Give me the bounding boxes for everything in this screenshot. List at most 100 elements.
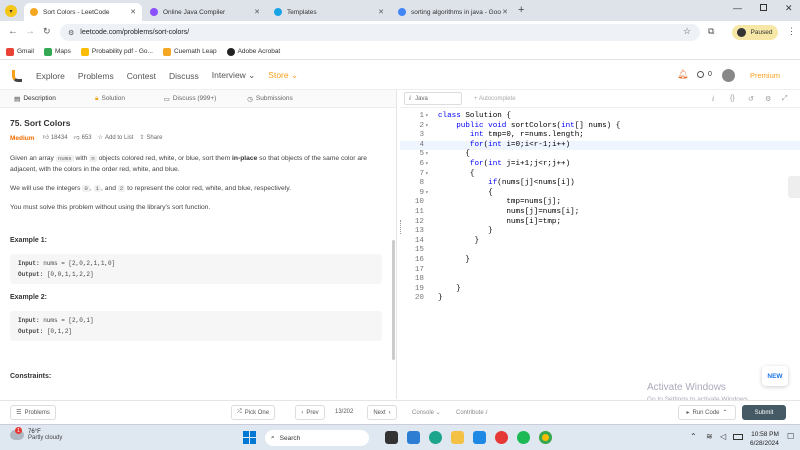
code-line[interactable]: 15: [400, 246, 800, 256]
code-line[interactable]: 2 ▾ public void sortColors(int[] nums) {: [400, 122, 800, 132]
next-button[interactable]: Next ›: [367, 405, 397, 420]
prev-button[interactable]: ‹ Prev: [295, 405, 325, 420]
code-line[interactable]: 18: [400, 275, 800, 285]
premium-link[interactable]: Premium: [750, 71, 780, 80]
fold-chevron-icon[interactable]: ▾: [425, 160, 429, 167]
coin-icon[interactable]: [697, 71, 704, 78]
pick-one-button[interactable]: ⤮ Pick One: [231, 405, 275, 420]
fold-chevron-icon[interactable]: ▾: [425, 112, 429, 119]
weather-widget[interactable]: 1 76°F Partly cloudy: [10, 427, 62, 441]
submit-button[interactable]: Submit: [742, 405, 786, 420]
fold-chevron-icon[interactable]: ▾: [425, 122, 429, 129]
dislike-icon[interactable]: 👎︎: [74, 133, 80, 144]
nav-explore[interactable]: Explore: [36, 71, 65, 81]
browser-tab-templates[interactable]: Templates ✕: [268, 3, 390, 21]
widgets-icon[interactable]: [407, 431, 420, 444]
nav-contest[interactable]: Contest: [127, 71, 156, 81]
description-scrollbar[interactable]: [392, 240, 395, 360]
chrome-profile-icon[interactable]: [539, 431, 552, 444]
maximize-window-icon[interactable]: [760, 4, 767, 11]
nav-interview[interactable]: Interview ⌄: [212, 70, 256, 81]
bookmark-gmail[interactable]: Gmail: [6, 47, 34, 56]
site-info-icon[interactable]: ⚙: [68, 29, 74, 37]
code-line[interactable]: 7 ▾ {: [400, 170, 800, 180]
tray-chevron-icon[interactable]: ⌃: [690, 432, 697, 441]
bookmark-maps[interactable]: Maps: [43, 47, 71, 56]
browser-tab-java-compiler[interactable]: Online Java Compiler ✕: [144, 3, 266, 21]
star-icon[interactable]: ☆: [98, 133, 103, 144]
braces-icon[interactable]: {}: [730, 95, 735, 102]
edge-icon[interactable]: [429, 431, 442, 444]
spotify-icon[interactable]: [517, 431, 530, 444]
contribute-link[interactable]: Contribute ⅈ: [456, 409, 487, 416]
bookmark-acrobat[interactable]: Adobe Acrobat: [226, 47, 280, 56]
run-code-button[interactable]: ▸ Run Code ⌃: [678, 405, 736, 420]
start-button[interactable]: [243, 431, 256, 444]
volume-icon[interactable]: ◁: [720, 432, 726, 441]
chrome-icon[interactable]: [495, 431, 508, 444]
code-line[interactable]: 14 }: [400, 237, 800, 247]
reset-icon[interactable]: ↺: [748, 95, 754, 103]
code-line[interactable]: 3 int tmp=0, r=nums.length;: [400, 131, 800, 141]
address-bar[interactable]: ⚙ leetcode.com/problems/sort-colors/: [60, 24, 700, 41]
close-tab-icon[interactable]: ✕: [378, 8, 384, 16]
code-line[interactable]: 19 }: [400, 285, 800, 295]
leetcode-logo-icon[interactable]: [12, 69, 22, 82]
nav-store[interactable]: Store ⌄: [268, 70, 298, 81]
nav-discuss[interactable]: Discuss: [169, 71, 199, 81]
taskbar-search[interactable]: ⌕ Search: [265, 430, 369, 446]
close-tab-icon[interactable]: ✕: [254, 8, 260, 16]
back-icon[interactable]: ←: [8, 26, 18, 37]
like-icon[interactable]: 👍︎: [43, 133, 49, 144]
code-line[interactable]: 13 }: [400, 227, 800, 237]
code-line[interactable]: 6 ▾ for(int j=i+1;j<r;j++): [400, 160, 800, 170]
close-tab-icon[interactable]: ✕: [502, 8, 508, 16]
battery-icon[interactable]: [733, 434, 743, 440]
share-icon[interactable]: ⇪: [139, 133, 144, 144]
fold-chevron-icon[interactable]: ▾: [425, 189, 429, 196]
code-line[interactable]: 9 ▾ {: [400, 189, 800, 199]
code-editor[interactable]: 1 ▾ class Solution {2 ▾ public void sortCol…: [400, 112, 800, 312]
clock[interactable]: 10:58 PM 6/28/2024: [750, 430, 779, 448]
notification-bell-icon[interactable]: 🔔︎: [677, 69, 688, 80]
bookmark-probability[interactable]: Probability pdf - Go...: [80, 47, 153, 56]
bookmark-star-icon[interactable]: ☆: [683, 26, 691, 37]
tab-description[interactable]: ▤ Description: [0, 95, 70, 103]
nav-problems[interactable]: Problems: [78, 71, 114, 81]
forward-icon[interactable]: →: [25, 26, 35, 37]
fold-chevron-icon[interactable]: ▾: [425, 170, 429, 177]
fullscreen-icon[interactable]: ⤢: [782, 95, 788, 103]
close-window-icon[interactable]: ✕: [785, 3, 793, 14]
notification-center-icon[interactable]: ☐: [787, 432, 794, 441]
code-line[interactable]: 4 for(int i=0;i<r-1;i++): [400, 140, 800, 151]
wifi-icon[interactable]: ≋: [706, 432, 713, 441]
profile-paused-button[interactable]: Paused: [732, 25, 778, 40]
mail-icon[interactable]: [473, 431, 486, 444]
tab-submissions[interactable]: ◷ Submissions: [230, 95, 310, 103]
settings-icon[interactable]: ⚙: [765, 95, 771, 103]
problems-list-button[interactable]: ☰ Problems: [10, 405, 56, 420]
reload-icon[interactable]: ↻: [43, 26, 51, 37]
code-line[interactable]: 11 nums[j]=nums[i];: [400, 208, 800, 218]
minimize-window-icon[interactable]: —: [733, 3, 742, 13]
code-line[interactable]: 17: [400, 266, 800, 276]
code-line[interactable]: 1 ▾ class Solution {: [400, 112, 800, 122]
code-line[interactable]: 12 nums[i]=tmp;: [400, 218, 800, 228]
info-icon[interactable]: ⅈ: [712, 95, 714, 103]
file-explorer-icon[interactable]: [451, 431, 464, 444]
fold-chevron-icon[interactable]: ▾: [425, 150, 429, 157]
code-line[interactable]: 16 }: [400, 256, 800, 266]
tab-solution[interactable]: 🔒︎ Solution: [70, 95, 150, 103]
browser-tab-leetcode[interactable]: Sort Colors - LeetCode ✕: [24, 3, 142, 21]
tab-discuss[interactable]: ▭ Discuss (999+): [150, 95, 230, 103]
tab-search-menu-icon[interactable]: ▾: [5, 5, 17, 17]
task-view-icon[interactable]: [385, 431, 398, 444]
code-line[interactable]: 10 tmp=nums[j];: [400, 198, 800, 208]
autocomplete-toggle[interactable]: + Autocomplete: [474, 96, 516, 102]
browser-tab-google-search[interactable]: sorting algorithms in java - Goo ✕: [392, 3, 514, 21]
new-badge[interactable]: NEW: [762, 366, 788, 386]
side-feedback-tab[interactable]: [788, 176, 800, 198]
browser-menu-icon[interactable]: ⋮: [787, 26, 796, 37]
bookmark-cuemath[interactable]: Cuemath Leap: [162, 47, 217, 56]
code-line[interactable]: 8 if(nums[j]<nums[i]): [400, 179, 800, 189]
